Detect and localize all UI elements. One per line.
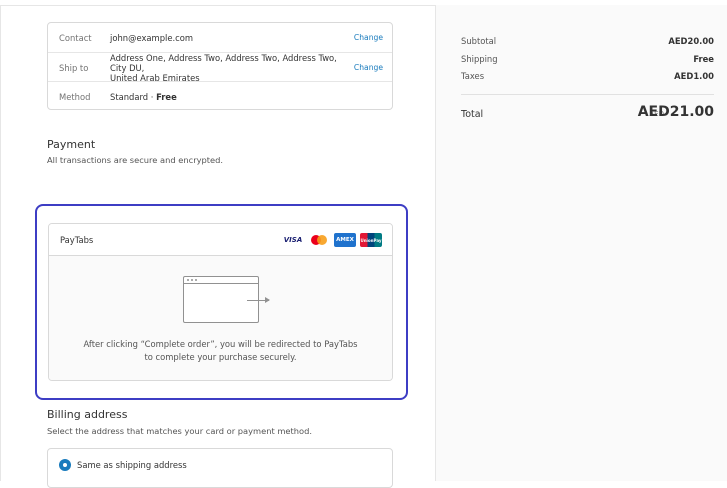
taxes-label: Taxes <box>461 71 485 81</box>
method-value: Standard · Free <box>110 92 350 102</box>
redirect-arrowhead-icon <box>265 297 270 303</box>
accepted-cards: VISA AMEX UnionPay <box>282 233 382 247</box>
ship-to-value: Address One, Address Two, Address Two, A… <box>110 53 350 83</box>
contact-value: john@example.com <box>110 32 194 43</box>
payment-method-box: PayTabs VISA AMEX UnionPay After clickin… <box>48 223 393 381</box>
method-label: Method <box>59 91 91 102</box>
browser-dot <box>195 279 197 281</box>
method-name: Standard · <box>110 91 157 102</box>
method-row: Method Standard · Free <box>48 81 392 111</box>
browser-titlebar <box>184 277 258 284</box>
subtotal-value: AED20.00 <box>668 36 714 46</box>
method-price: Free <box>156 91 177 102</box>
same-address-label[interactable]: Same as shipping address <box>77 460 187 470</box>
shipping-label: Shipping <box>461 54 498 64</box>
same-address-radio[interactable] <box>59 459 71 471</box>
change-shipping-link[interactable]: Change <box>354 63 383 72</box>
taxes-value: AED1.00 <box>674 71 714 81</box>
billing-title: Billing address <box>47 408 128 421</box>
unionpay-card-icon: UnionPay <box>360 233 382 247</box>
visa-card-icon: VISA <box>282 233 304 247</box>
ship-to-label: Ship to <box>59 62 89 73</box>
payment-subtitle: All transactions are secure and encrypte… <box>47 155 224 165</box>
payment-title: Payment <box>47 138 96 151</box>
payment-gateway-name: PayTabs <box>60 235 94 245</box>
subtotal-label: Subtotal <box>461 36 497 46</box>
ship-to-row: Ship to Address One, Address Two, Addres… <box>48 52 392 83</box>
contact-row: Contact john@example.com Change <box>48 23 392 52</box>
shipping-row: Shipping Free <box>461 54 714 64</box>
subtotal-row: Subtotal AED20.00 <box>461 36 714 46</box>
total-label: Total <box>461 109 484 120</box>
total-value: AED21.00 <box>637 104 714 120</box>
redirect-line1: After clicking “Complete order”, you wil… <box>83 339 358 349</box>
amex-card-icon: AMEX <box>334 233 356 247</box>
billing-subtitle: Select the address that matches your car… <box>47 426 313 436</box>
contact-label: Contact <box>59 32 92 43</box>
browser-dot <box>187 279 189 281</box>
redirect-info-panel: After clicking “Complete order”, you wil… <box>49 256 392 380</box>
taxes-row: Taxes AED1.00 <box>461 71 714 81</box>
change-contact-link[interactable]: Change <box>354 33 383 42</box>
redirect-message: After clicking “Complete order”, you wil… <box>49 338 392 363</box>
summary-divider <box>461 94 714 95</box>
mastercard-card-icon <box>308 233 330 247</box>
payment-method-header[interactable]: PayTabs VISA AMEX UnionPay <box>49 224 392 256</box>
review-block: Contact john@example.com Change Ship to … <box>47 22 393 110</box>
browser-dot <box>191 279 193 281</box>
redirect-line2: to complete your purchase securely. <box>144 351 297 362</box>
mastercard-orange-circle <box>317 235 327 245</box>
shipping-value: Free <box>693 54 714 64</box>
billing-options: Same as shipping address <box>47 448 393 488</box>
ship-to-line1: Address One, Address Two, Address Two, A… <box>110 52 337 73</box>
